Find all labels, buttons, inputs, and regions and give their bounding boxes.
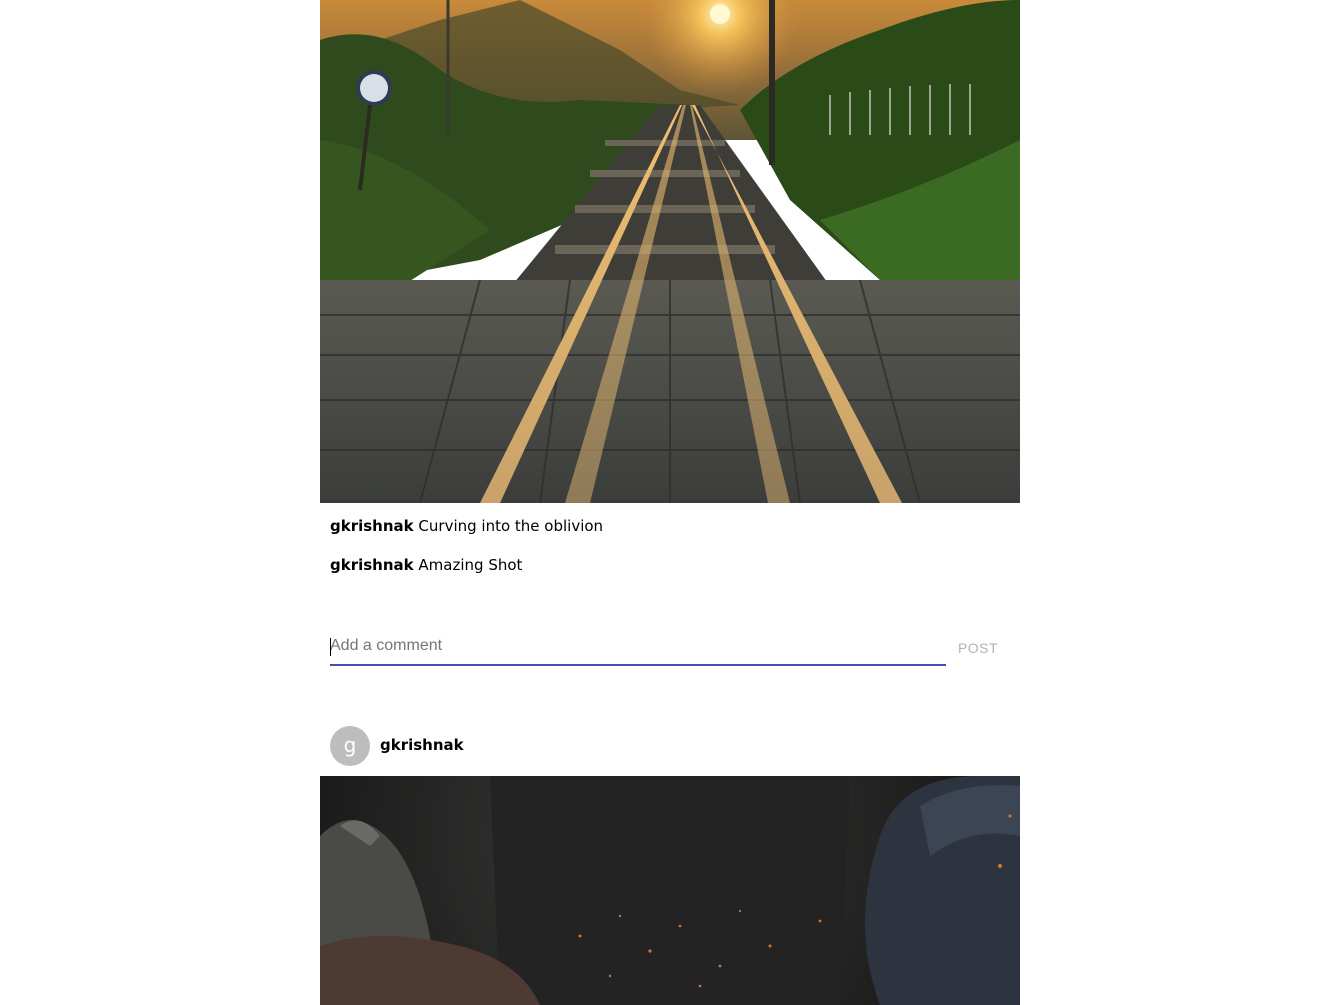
text-caret bbox=[330, 638, 331, 656]
post-caption: gkrishnak Curving into the oblivion bbox=[330, 516, 603, 536]
post-comment-button[interactable]: POST bbox=[950, 636, 1006, 660]
comment-item: gkrishnak Amazing Shot bbox=[330, 555, 522, 575]
post-image bbox=[320, 776, 1020, 1005]
post-username[interactable]: gkrishnak bbox=[380, 736, 464, 754]
railway-photo bbox=[320, 0, 1020, 503]
comment-username[interactable]: gkrishnak bbox=[330, 556, 414, 574]
comment-text: Amazing Shot bbox=[418, 556, 523, 574]
avatar[interactable]: g bbox=[330, 726, 370, 766]
caption-text: Curving into the oblivion bbox=[418, 517, 604, 535]
comment-form: POST bbox=[330, 628, 1010, 668]
post-image bbox=[320, 0, 1020, 503]
comment-input[interactable] bbox=[330, 628, 946, 666]
dark-photo bbox=[320, 776, 1020, 1005]
caption-username[interactable]: gkrishnak bbox=[330, 517, 414, 535]
